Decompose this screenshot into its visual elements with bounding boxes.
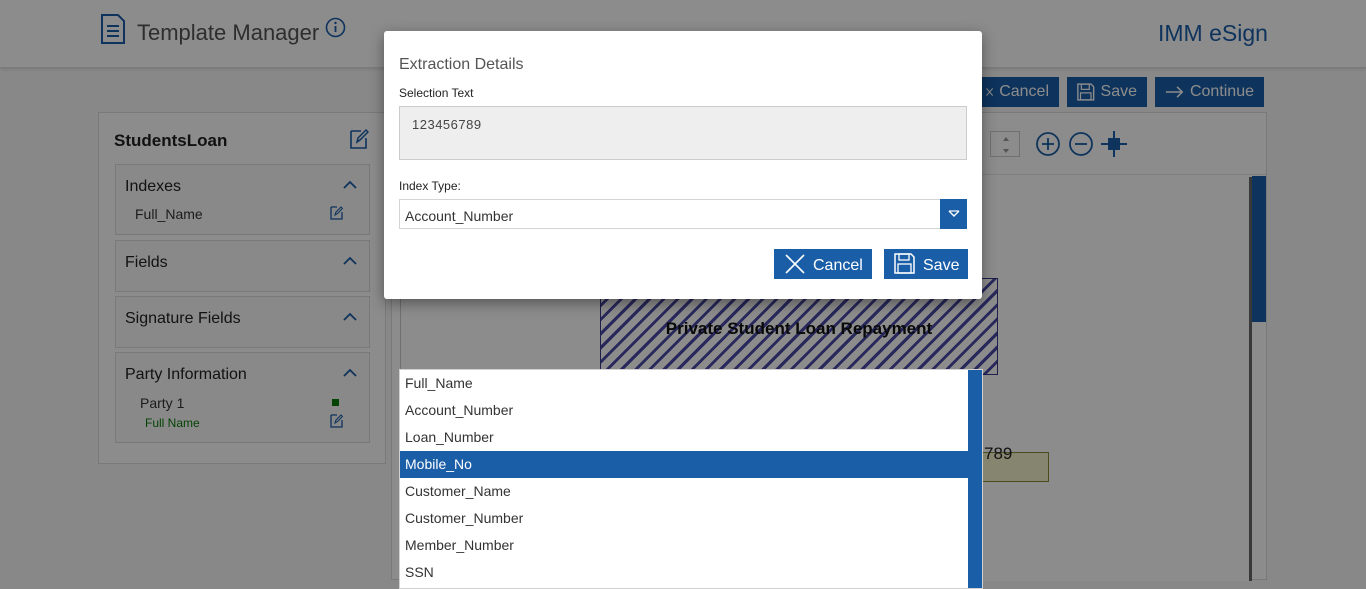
- floppy-disk-icon: [894, 253, 915, 274]
- index-type-options: Full_Name Account_Number Loan_Number Mob…: [399, 369, 983, 589]
- cancel-button[interactable]: Cancel: [774, 249, 872, 279]
- dropdown-option[interactable]: Customer_Name: [400, 478, 968, 505]
- dropdown-option[interactable]: Full_Name: [400, 370, 968, 397]
- selection-text-field[interactable]: 123456789: [399, 106, 967, 160]
- cancel-label: Cancel: [813, 257, 863, 274]
- dropdown-option[interactable]: Account_Number: [400, 397, 968, 424]
- save-label: Save: [923, 257, 960, 274]
- dialog-title: Extraction Details: [399, 56, 524, 73]
- dropdown-option[interactable]: Loan_Number: [400, 424, 968, 451]
- selection-text-value: 123456789: [412, 117, 482, 132]
- index-type-value: Account_Number: [405, 208, 514, 224]
- extraction-details-dialog: Extraction Details Selection Text 123456…: [384, 31, 982, 299]
- dropdown-option[interactable]: Member_Number: [400, 532, 968, 559]
- chevron-down-icon: [948, 210, 959, 217]
- index-type-select[interactable]: Account_Number: [399, 199, 967, 229]
- dropdown-option[interactable]: Customer_Number: [400, 505, 968, 532]
- selection-text-label: Selection Text: [399, 86, 474, 100]
- dropdown-toggle[interactable]: [940, 199, 967, 229]
- dropdown-option[interactable]: SSN: [400, 559, 968, 586]
- dropdown-scrollbar[interactable]: [968, 370, 982, 588]
- index-type-label: Index Type:: [399, 179, 461, 193]
- dropdown-option-highlighted[interactable]: Mobile_No: [400, 451, 968, 478]
- close-icon: [785, 254, 805, 274]
- save-button[interactable]: Save: [884, 249, 968, 279]
